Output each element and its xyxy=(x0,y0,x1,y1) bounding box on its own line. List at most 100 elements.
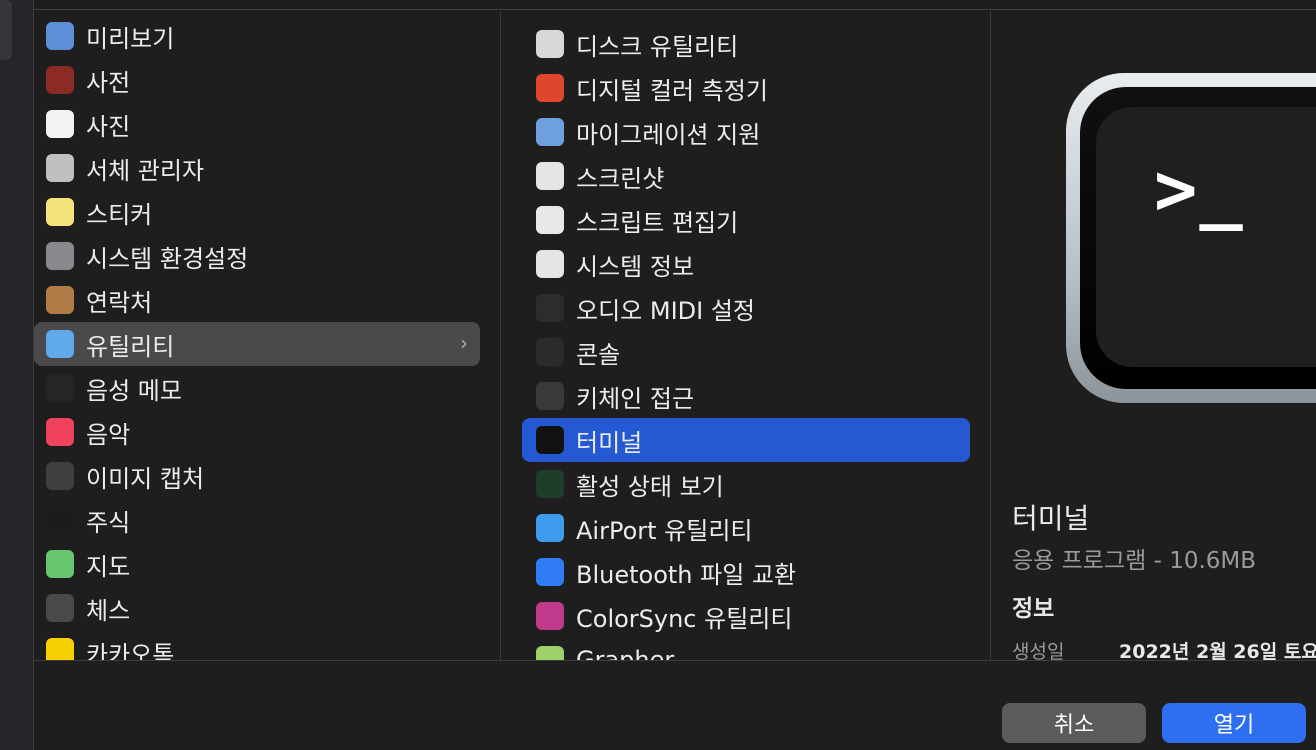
list-item[interactable]: 시스템 정보 xyxy=(522,242,970,286)
chevron-right-icon: › xyxy=(460,331,468,355)
disk-utility-icon xyxy=(536,30,564,58)
open-button[interactable]: 열기 xyxy=(1162,703,1306,743)
grapher-icon xyxy=(536,646,564,660)
fontbook-icon xyxy=(46,154,74,182)
sidebar-edge-nub xyxy=(0,0,12,60)
colorsync-icon xyxy=(536,602,564,630)
list-item[interactable]: 유틸리티 › xyxy=(34,322,480,366)
list-item-label: 연락처 xyxy=(86,288,153,317)
color-meter-icon xyxy=(536,74,564,102)
list-item-label: 미리보기 xyxy=(86,24,175,53)
list-item-label: Bluetooth 파일 교환 xyxy=(576,560,797,589)
migration-icon xyxy=(536,118,564,146)
list-item[interactable]: 사진 xyxy=(34,102,480,146)
gear-icon xyxy=(46,242,74,270)
list-item-label: 활성 상태 보기 xyxy=(576,472,724,501)
contacts-icon xyxy=(46,286,74,314)
keychain-icon xyxy=(536,382,564,410)
list-item[interactable]: 음성 메모 xyxy=(34,366,480,410)
terminal-icon-screen: >_ xyxy=(1080,87,1316,389)
script-editor-icon xyxy=(536,206,564,234)
list-item[interactable]: 터미널 xyxy=(522,418,970,462)
list-item-label: 시스템 정보 xyxy=(576,252,695,281)
music-icon xyxy=(46,418,74,446)
list-item[interactable]: 오디오 MIDI 설정 xyxy=(522,286,970,330)
list-item-label: Grapher xyxy=(576,646,675,660)
toolbar-divider xyxy=(34,0,1316,10)
list-item[interactable]: 연락처 xyxy=(34,278,480,322)
dialog-footer: 취소 열기 xyxy=(34,660,1316,750)
cancel-button[interactable]: 취소 xyxy=(1002,703,1146,743)
list-item-label: 마이그레이션 지원 xyxy=(576,120,761,149)
list-item[interactable]: 활성 상태 보기 xyxy=(522,462,970,506)
list-item-label: 체스 xyxy=(86,596,131,625)
list-item[interactable]: Grapher xyxy=(522,638,970,660)
browser-column-applications[interactable]: 미리보기사전사진서체 관리자스티커시스템 환경설정연락처유틸리티 › 음성 메모음악… xyxy=(34,11,501,660)
list-item[interactable]: 디지털 컬러 측정기 xyxy=(522,66,970,110)
airport-icon xyxy=(536,514,564,542)
list-item-label: 스티커 xyxy=(86,200,153,229)
list-item-label: ColorSync 유틸리티 xyxy=(576,604,793,633)
list-item[interactable]: AirPort 유틸리티 xyxy=(522,506,970,550)
list-item-label: 키체인 접근 xyxy=(576,384,695,413)
list-item[interactable]: 이미지 캡처 xyxy=(34,454,480,498)
list-item[interactable]: 주식 xyxy=(34,498,480,542)
list-item[interactable]: 키체인 접근 xyxy=(522,374,970,418)
midi-icon xyxy=(536,294,564,322)
list-item-label: 주식 xyxy=(86,508,131,537)
console-icon xyxy=(536,338,564,366)
list-item-label: 카카오톡 xyxy=(86,640,175,661)
created-label: 생성일 xyxy=(1012,641,1065,660)
list-item-label: 스크린샷 xyxy=(576,164,665,193)
terminal-icon xyxy=(536,426,564,454)
stocks-icon xyxy=(46,506,74,534)
stickies-icon xyxy=(46,198,74,226)
list-item-label: 시스템 환경설정 xyxy=(86,244,249,273)
list-item[interactable]: 음악 xyxy=(34,410,480,454)
list-item-label: 오디오 MIDI 설정 xyxy=(576,296,756,325)
list-item[interactable]: 지도 xyxy=(34,542,480,586)
activity-monitor-icon xyxy=(536,470,564,498)
list-item[interactable]: ColorSync 유틸리티 xyxy=(522,594,970,638)
list-item[interactable]: 사전 xyxy=(34,58,480,102)
bluetooth-icon xyxy=(536,558,564,586)
voice-memos-icon xyxy=(46,374,74,402)
list-item-label: 이미지 캡처 xyxy=(86,464,205,493)
image-capture-icon xyxy=(46,462,74,490)
list-item-label: 음악 xyxy=(86,420,131,449)
list-item[interactable]: 스티커 xyxy=(34,190,480,234)
system-info-icon xyxy=(536,250,564,278)
list-item[interactable]: 체스 xyxy=(34,586,480,630)
photos-icon xyxy=(46,110,74,138)
screenshot-icon xyxy=(536,162,564,190)
list-item[interactable]: 디스크 유틸리티 xyxy=(522,22,970,66)
browser-column-utilities[interactable]: 디스크 유틸리티디지털 컬러 측정기마이그레이션 지원스크린샷스크립트 편집기시… xyxy=(502,11,991,660)
list-item[interactable]: 마이그레이션 지원 xyxy=(522,110,970,154)
list-item[interactable]: 시스템 환경설정 xyxy=(34,234,480,278)
list-item[interactable]: 스크립트 편집기 xyxy=(522,198,970,242)
list-item[interactable]: 미리보기 xyxy=(34,14,480,58)
dictionary-icon xyxy=(46,66,74,94)
terminal-prompt: >_ xyxy=(1154,147,1245,231)
preview-pane: >_ 터미널 응용 프로그램 - 10.6MB 정보 생성일 2022년 2월 … xyxy=(992,11,1316,660)
list-item-label: 디지털 컬러 측정기 xyxy=(576,76,768,105)
terminal-large-icon: >_ xyxy=(1066,73,1316,403)
list-item[interactable]: Bluetooth 파일 교환 xyxy=(522,550,970,594)
list-item-label: 디스크 유틸리티 xyxy=(576,32,739,61)
created-value: 2022년 2월 26일 토요일 xyxy=(1119,641,1316,660)
chess-icon xyxy=(46,594,74,622)
list-item[interactable]: 콘솔 xyxy=(522,330,970,374)
kakaotalk-icon xyxy=(46,638,74,660)
list-item-label: 사전 xyxy=(86,68,131,97)
list-item-label: 사진 xyxy=(86,112,131,141)
list-item-label: 유틸리티 xyxy=(86,332,175,361)
list-item-label: 스크립트 편집기 xyxy=(576,208,739,237)
list-item[interactable]: 카카오톡 xyxy=(34,630,480,660)
info-heading: 정보 xyxy=(1012,596,1055,622)
folder-icon xyxy=(46,330,74,358)
preview-title: 터미널 xyxy=(1012,502,1090,535)
list-item-label: 지도 xyxy=(86,552,131,581)
list-item[interactable]: 서체 관리자 xyxy=(34,146,480,190)
list-item[interactable]: 스크린샷 xyxy=(522,154,970,198)
sidebar-edge xyxy=(0,0,34,750)
